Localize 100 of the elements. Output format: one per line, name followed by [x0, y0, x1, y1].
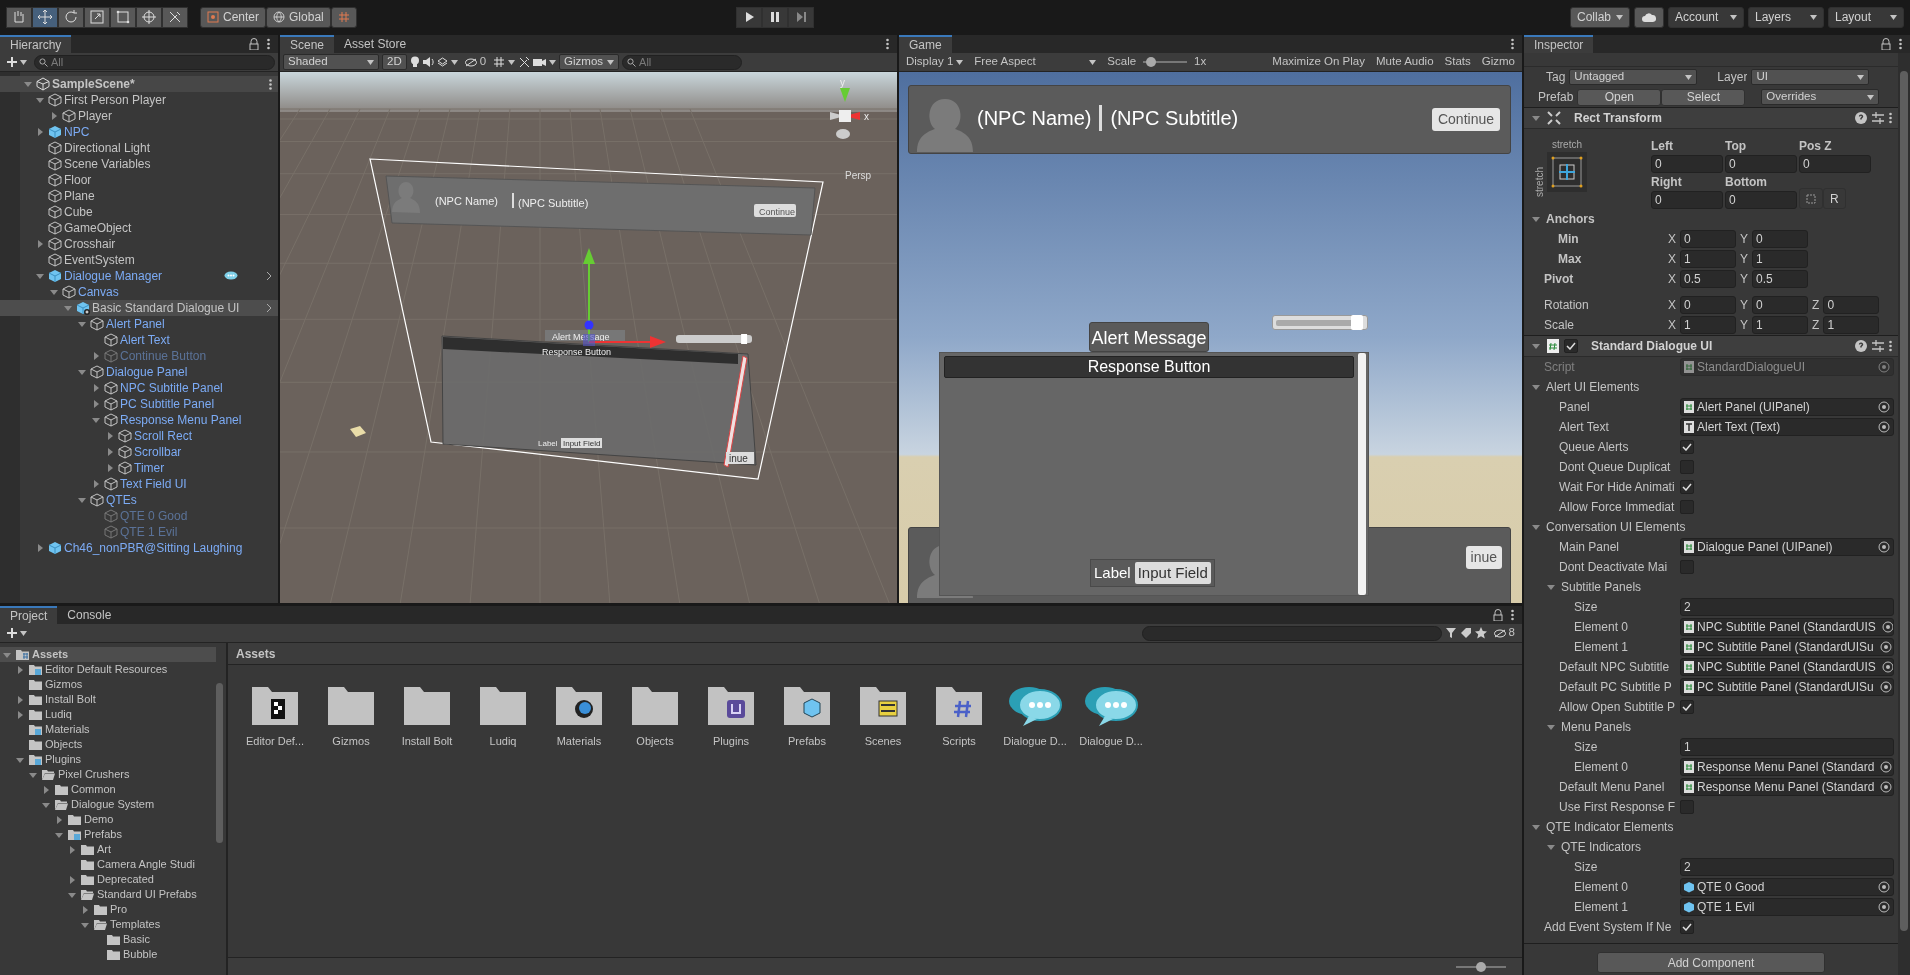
display-dropdown[interactable]: Display 1: [902, 53, 968, 71]
hierarchy-item[interactable]: Dialogue Manager: [0, 268, 278, 284]
hidden-objects-toggle[interactable]: 0: [460, 53, 491, 71]
more-options-icon[interactable]: [1889, 112, 1892, 124]
lock-icon[interactable]: [249, 38, 259, 50]
number-field[interactable]: 0: [1680, 296, 1736, 314]
help-icon[interactable]: [1855, 340, 1867, 352]
lock-icon[interactable]: [1493, 609, 1503, 621]
hierarchy-item[interactable]: Scene Variables: [0, 156, 278, 172]
number-field[interactable]: 0: [1651, 155, 1723, 173]
object-picker-icon[interactable]: [1881, 621, 1893, 633]
asset-name[interactable]: Gizmos: [332, 733, 370, 750]
gizmos-dropdown[interactable]: Gizmos: [559, 54, 620, 70]
chevron-right-icon[interactable]: [266, 271, 272, 281]
hierarchy-item[interactable]: QTEs: [0, 492, 278, 508]
number-field[interactable]: 0: [1725, 155, 1797, 173]
folder-tree-item[interactable]: Bubble: [0, 947, 216, 962]
overrides-dropdown[interactable]: Overrides: [1761, 89, 1880, 105]
hierarchy-item[interactable]: Crosshair: [0, 236, 278, 252]
hierarchy-item[interactable]: Alert Panel: [0, 316, 278, 332]
object-picker-icon[interactable]: [1880, 781, 1893, 793]
layer-dropdown[interactable]: UI: [1751, 69, 1870, 85]
object-picker-icon[interactable]: [1878, 421, 1890, 433]
object-field[interactable]: QTE 1 Evil: [1680, 898, 1894, 916]
hierarchy-item[interactable]: Scrollbar: [0, 444, 278, 460]
object-field[interactable]: Alert Panel (UIPanel): [1680, 398, 1894, 416]
object-picker-icon[interactable]: [1879, 681, 1892, 693]
scale-slider[interactable]: [1143, 57, 1188, 67]
filter-icon[interactable]: [1444, 627, 1457, 639]
object-picker-icon[interactable]: [1881, 661, 1893, 673]
number-field[interactable]: 0: [1799, 155, 1871, 173]
hierarchy-item[interactable]: GameObject: [0, 220, 278, 236]
asset-name[interactable]: Materials: [556, 733, 602, 750]
grid-icon[interactable]: [493, 56, 506, 68]
asset-name[interactable]: Prefabs: [788, 733, 826, 750]
number-field[interactable]: 1: [1680, 316, 1736, 334]
folder-tree-item[interactable]: Materials: [0, 722, 216, 737]
object-field[interactable]: PC Subtitle Panel (StandardUISu: [1680, 638, 1894, 656]
hierarchy-item[interactable]: Canvas: [0, 284, 278, 300]
playback-button[interactable]: [762, 6, 789, 28]
playback-button[interactable]: [736, 6, 763, 28]
object-picker-icon[interactable]: [1878, 541, 1890, 553]
asset-name[interactable]: Scripts: [942, 733, 976, 750]
number-field[interactable]: 2: [1680, 858, 1894, 876]
hierarchy-item[interactable]: Response Menu Panel: [0, 412, 278, 428]
number-field[interactable]: 2: [1680, 598, 1894, 616]
hierarchy-item[interactable]: Text Field UI: [0, 476, 278, 492]
asset-name[interactable]: Ludiq: [489, 733, 517, 750]
panel-tab[interactable]: Hierarchy: [0, 35, 72, 53]
hierarchy-item[interactable]: First Person Player: [0, 92, 278, 108]
toggle-button[interactable]: Mute Audio: [1372, 53, 1438, 71]
object-picker-icon[interactable]: [1878, 881, 1890, 893]
2d-toggle[interactable]: 2D: [382, 54, 407, 70]
object-field[interactable]: PC Subtitle Panel (StandardUISu: [1680, 678, 1894, 696]
hierarchy-item[interactable]: PC Subtitle Panel: [0, 396, 278, 412]
object-field[interactable]: Response Menu Panel (Standard: [1680, 758, 1894, 776]
folder-tree-item[interactable]: Assets: [0, 647, 216, 662]
checkbox[interactable]: [1680, 920, 1694, 934]
object-picker-icon[interactable]: [1880, 761, 1893, 773]
folder-tree-item[interactable]: Editor Default Resources: [0, 662, 216, 677]
number-field[interactable]: 0.5: [1752, 270, 1809, 288]
panel-tab[interactable]: Game: [899, 35, 952, 53]
number-field[interactable]: 0: [1752, 296, 1809, 314]
prefab-button[interactable]: Open: [1577, 88, 1662, 106]
hierarchy-item[interactable]: Scroll Rect: [0, 428, 278, 444]
panel-tab[interactable]: Scene: [280, 35, 335, 53]
toolbar-dropdown[interactable]: Layout: [1828, 6, 1904, 28]
scrollbar-thumb[interactable]: [216, 683, 223, 843]
number-field[interactable]: 1: [1680, 250, 1736, 268]
object-picker-icon[interactable]: [1878, 401, 1890, 413]
number-field[interactable]: 1: [1680, 738, 1894, 756]
tool-button[interactable]: [32, 6, 58, 28]
hierarchy-item[interactable]: NPC: [0, 124, 278, 140]
presets-icon[interactable]: [1872, 340, 1884, 352]
number-field[interactable]: 1: [1752, 316, 1809, 334]
lock-icon[interactable]: [1881, 38, 1891, 50]
number-field[interactable]: 0.5: [1680, 270, 1736, 288]
folder-tree-item[interactable]: Install Bolt: [0, 692, 216, 707]
star-icon[interactable]: [1474, 627, 1487, 639]
more-options-icon[interactable]: [269, 78, 272, 90]
panel-tab[interactable]: Asset Store: [334, 35, 417, 53]
panel-tab[interactable]: Console: [57, 606, 122, 624]
folder-tree-item[interactable]: Camera Angle Studi: [0, 857, 216, 872]
object-picker-icon[interactable]: [1879, 641, 1892, 653]
object-field[interactable]: NPC Subtitle Panel (StandardUIS: [1680, 618, 1894, 636]
more-options-icon[interactable]: [1899, 38, 1902, 50]
asset-name[interactable]: Install Bolt: [401, 733, 453, 750]
object-field[interactable]: Response Menu Panel (Standard: [1680, 778, 1894, 796]
grid-snap-button[interactable]: [330, 6, 357, 28]
folder-tree-item[interactable]: Pro: [0, 902, 216, 917]
object-picker-icon[interactable]: [1878, 901, 1890, 913]
tool-button[interactable]: [162, 6, 188, 28]
folder-tree-item[interactable]: Plugins: [0, 752, 216, 767]
more-options-icon[interactable]: [1889, 340, 1892, 352]
anchor-presets-icon[interactable]: [1547, 152, 1587, 192]
number-field[interactable]: 1: [1823, 316, 1880, 334]
search-field[interactable]: All: [34, 54, 275, 70]
folder-tree-item[interactable]: Ludiq: [0, 707, 216, 722]
scrollbar-track[interactable]: [1898, 53, 1910, 975]
hierarchy-item[interactable]: Basic Standard Dialogue UI: [0, 300, 278, 316]
